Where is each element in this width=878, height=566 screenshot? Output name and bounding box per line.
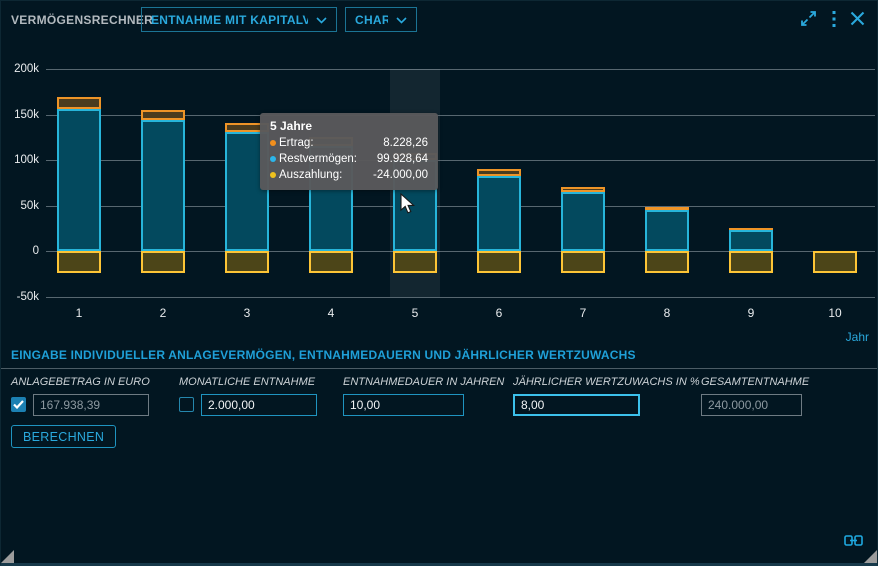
x-tick-label: 9 <box>729 306 773 320</box>
chart-type-dropdown-value: CHART <box>355 13 388 27</box>
bar-auszahlung[interactable] <box>645 251 689 273</box>
grid-line <box>46 206 875 207</box>
section-divider <box>1 368 878 369</box>
bar-restvermoegen[interactable] <box>729 230 773 251</box>
bar-auszahlung[interactable] <box>141 251 185 273</box>
bar-auszahlung[interactable] <box>309 251 353 273</box>
x-tick-label: 2 <box>141 306 185 320</box>
bar-auszahlung[interactable] <box>393 251 437 273</box>
form-section-title: EINGABE INDIVIDUELLER ANLAGEVERMÖGEN, EN… <box>11 348 636 362</box>
entnahmedauer-input[interactable] <box>343 394 464 416</box>
bar-ertrag[interactable] <box>57 97 101 108</box>
bar-ertrag[interactable] <box>645 207 689 211</box>
anlagebetrag-checkbox[interactable] <box>11 397 26 412</box>
bar-ertrag[interactable] <box>561 187 605 192</box>
y-tick-label: 50k <box>1 200 39 212</box>
y-tick-label: 0 <box>1 245 39 257</box>
bar-ertrag[interactable] <box>141 110 185 120</box>
label-gesamtentnahme: GESAMTENTNAHME <box>701 376 809 388</box>
bar-auszahlung[interactable] <box>729 251 773 273</box>
x-tick-label: 3 <box>225 306 269 320</box>
bar-auszahlung[interactable] <box>225 251 269 273</box>
fullscreen-icon[interactable] <box>799 9 818 28</box>
monatliche-entnahme-checkbox[interactable] <box>179 397 194 412</box>
close-icon[interactable] <box>850 11 865 26</box>
label-wertzuwachs: JÄHRLICHER WERTZUWACHS IN % <box>513 376 700 388</box>
wertzuwachs-input[interactable] <box>513 394 640 416</box>
tooltip-row-ertrag: Ertrag: 8.228,26 <box>270 135 428 151</box>
anlagebetrag-input[interactable] <box>33 394 149 416</box>
chevron-down-icon <box>316 13 327 27</box>
series-dot-restvermoegen <box>270 156 276 162</box>
chevron-down-icon <box>396 13 407 27</box>
bar-restvermoegen[interactable] <box>57 109 101 251</box>
bar-ertrag[interactable] <box>729 228 773 232</box>
x-tick-label: 4 <box>309 306 353 320</box>
x-tick-label: 1 <box>57 306 101 320</box>
x-tick-label: 8 <box>645 306 689 320</box>
bar-auszahlung[interactable] <box>477 251 521 273</box>
monatliche-entnahme-input[interactable] <box>201 394 317 416</box>
bar-auszahlung[interactable] <box>57 251 101 273</box>
grid-line <box>46 160 875 161</box>
label-monatliche-entnahme: MONATLICHE ENTNAHME <box>179 376 315 388</box>
bar-restvermoegen[interactable] <box>645 210 689 251</box>
bar-restvermoegen[interactable] <box>561 192 605 251</box>
gesamtentnahme-input[interactable] <box>701 394 802 416</box>
x-tick-label: 5 <box>393 306 437 320</box>
wealth-calculator-window: VERMÖGENSRECHNER ENTNAHME MIT KAPITALV..… <box>0 0 878 566</box>
app-title: VERMÖGENSRECHNER <box>11 13 153 27</box>
x-axis-title: Jahr <box>846 330 869 344</box>
label-entnahmedauer: ENTNAHMEDAUER IN JAHREN <box>343 376 504 388</box>
chart-tooltip: 5 Jahre Ertrag: 8.228,26 Restvermögen: 9… <box>260 113 438 190</box>
x-tick-label: 6 <box>477 306 521 320</box>
kebab-menu-icon[interactable] <box>832 11 836 27</box>
label-anlagebetrag: ANLAGEBETRAG IN EURO <box>11 376 150 388</box>
mouse-cursor <box>399 193 419 220</box>
check-icon <box>13 396 24 414</box>
grid-line <box>46 69 875 70</box>
bar-auszahlung[interactable] <box>813 251 857 273</box>
chart-type-dropdown[interactable]: CHART <box>345 7 417 32</box>
mode-dropdown-value: ENTNAHME MIT KAPITALV... <box>151 13 308 27</box>
bar-restvermoegen[interactable] <box>477 176 521 251</box>
grid-line <box>46 297 875 298</box>
y-tick-label: 150k <box>1 109 39 121</box>
y-tick-label: -50k <box>1 291 39 303</box>
resize-handle[interactable] <box>864 550 877 563</box>
berechnen-button[interactable]: BERECHNEN <box>11 425 116 448</box>
tooltip-title: 5 Jahre <box>270 119 428 133</box>
grid-line <box>46 115 875 116</box>
series-dot-auszahlung <box>270 172 276 178</box>
bar-auszahlung[interactable] <box>561 251 605 273</box>
mode-dropdown[interactable]: ENTNAHME MIT KAPITALV... <box>141 7 337 32</box>
x-tick-label: 10 <box>813 306 857 320</box>
series-dot-ertrag <box>270 140 276 146</box>
bar-restvermoegen[interactable] <box>141 120 185 251</box>
link-icon[interactable] <box>844 533 863 551</box>
window-corner <box>1 550 14 563</box>
grid-line <box>46 251 875 252</box>
bar-ertrag[interactable] <box>477 169 521 175</box>
tooltip-row-auszahlung: Auszahlung: -24.000,00 <box>270 167 428 183</box>
chart-plot-area: 200k 150k 100k 50k 0 -50k 1 2 3 4 5 6 7 8 9 10 <box>1 1 878 566</box>
y-tick-label: 200k <box>1 63 39 75</box>
y-tick-label: 100k <box>1 154 39 166</box>
tooltip-row-restvermoegen: Restvermögen: 99.928,64 <box>270 151 428 167</box>
x-tick-label: 7 <box>561 306 605 320</box>
